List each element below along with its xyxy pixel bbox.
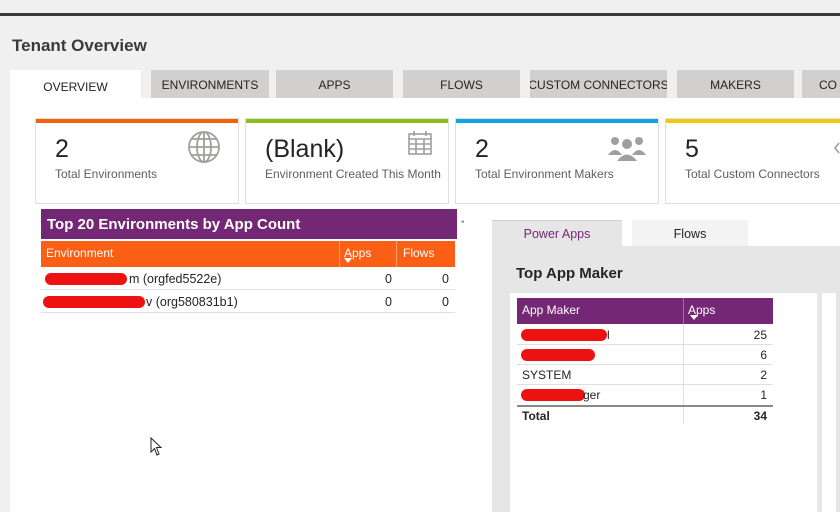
env-name: v (org580831b1): [146, 295, 238, 309]
kpi-label: Total Custom Connectors: [685, 167, 820, 181]
kpi-accent-bar: [36, 119, 238, 123]
page-title: Tenant Overview: [12, 36, 147, 55]
kpi-value: 2: [55, 135, 69, 163]
env-flows: 0: [442, 295, 449, 309]
redaction-mark: [521, 389, 585, 401]
tab-apps[interactable]: APPS: [276, 70, 393, 99]
top-rule: [0, 13, 840, 16]
panel-edge: [822, 293, 836, 512]
top-app-maker-title: Top App Maker: [516, 265, 623, 282]
tab-environments[interactable]: ENVIRONMENTS: [151, 70, 269, 99]
redaction-mark: [521, 329, 607, 341]
mouse-cursor-icon: [150, 437, 163, 456]
env-table-header: Environment Apps Flows: [41, 241, 455, 267]
total-label: Total: [522, 409, 550, 423]
column-header-environment[interactable]: Environment: [46, 246, 113, 260]
maker-apps: 1: [760, 388, 767, 402]
maker-apps: 25: [753, 328, 767, 342]
table-row[interactable]: SYSTEM 2: [517, 365, 773, 385]
kpi-label: Total Environment Makers: [475, 167, 614, 181]
table-row[interactable]: l 25: [517, 325, 773, 345]
column-divider: [396, 241, 397, 267]
kpi-label: Total Environments: [55, 167, 158, 181]
redaction-mark: [45, 273, 127, 285]
total-value: 34: [753, 409, 767, 423]
sort-descending-icon: [344, 258, 352, 263]
table-row[interactable]: m (orgfed5522e) 0 0: [41, 268, 455, 290]
people-icon: [608, 137, 646, 161]
table-row[interactable]: 6: [517, 345, 773, 365]
table-row[interactable]: ger 1: [517, 385, 773, 405]
tab-makers[interactable]: MAKERS: [677, 70, 794, 99]
redaction-mark: [43, 296, 145, 308]
calendar-icon: [408, 131, 432, 155]
maker-name: ger: [583, 388, 601, 402]
kpi-value: 2: [475, 135, 489, 163]
maker-apps: 6: [760, 348, 767, 362]
env-apps: 0: [385, 295, 392, 309]
maker-name: l: [607, 328, 610, 342]
connector-icon: [833, 142, 840, 154]
tab-power-apps[interactable]: Power Apps: [492, 220, 622, 247]
tab-custom-connectors[interactable]: CUSTOM CONNECTORS: [530, 70, 667, 99]
globe-icon: [188, 131, 220, 163]
more-options-dot: •: [461, 217, 465, 228]
redaction-mark: [521, 349, 595, 361]
kpi-label: Environment Created This Month: [265, 167, 441, 181]
env-apps: 0: [385, 272, 392, 286]
kpi-card-environment-makers: 2 Total Environment Makers: [455, 118, 659, 204]
kpi-value: (Blank): [265, 135, 345, 163]
maker-name: SYSTEM: [522, 368, 572, 382]
env-table-title: Top 20 Environments by App Count: [41, 209, 457, 239]
column-header-app-maker[interactable]: App Maker: [522, 303, 580, 317]
kpi-accent-bar: [456, 119, 658, 123]
table-row[interactable]: v (org580831b1) 0 0: [41, 291, 455, 313]
env-name: m (orgfed5522e): [129, 272, 222, 286]
kpi-card-total-environments: 2 Total Environments: [35, 118, 239, 204]
tab-flows-panel[interactable]: Flows: [632, 220, 748, 247]
column-divider: [339, 241, 340, 267]
column-divider: [683, 298, 684, 324]
tab-flows[interactable]: FLOWS: [403, 70, 520, 99]
sort-descending-icon: [690, 315, 698, 320]
kpi-card-environments-this-month: (Blank) Environment Created This Month: [245, 118, 449, 204]
tab-more[interactable]: CO: [802, 70, 840, 99]
env-flows: 0: [442, 272, 449, 286]
column-header-flows[interactable]: Flows: [403, 246, 434, 260]
maker-table-header: App Maker Apps: [517, 298, 773, 324]
kpi-card-custom-connectors: 5 Total Custom Connectors: [665, 118, 840, 204]
kpi-accent-bar: [666, 119, 840, 123]
table-total-row: Total 34: [517, 405, 773, 425]
maker-apps: 2: [760, 368, 767, 382]
kpi-value: 5: [685, 135, 699, 163]
kpi-accent-bar: [246, 119, 448, 123]
